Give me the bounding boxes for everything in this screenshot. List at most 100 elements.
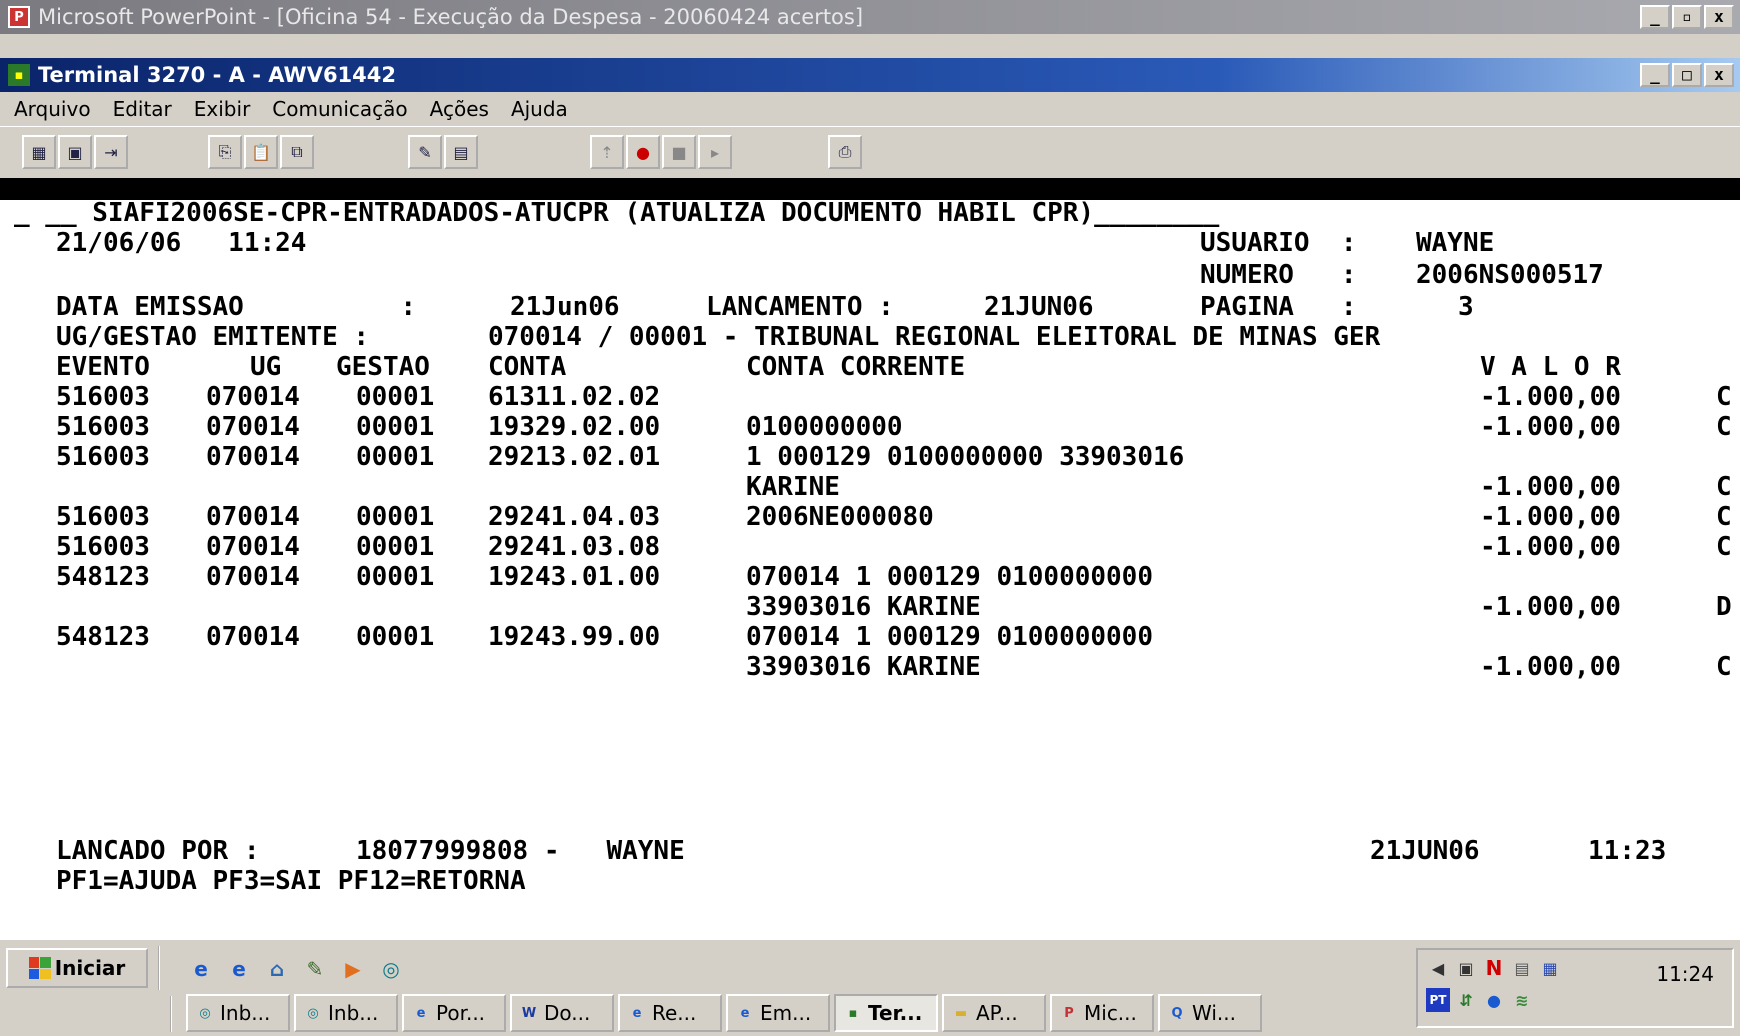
row-evento: 548123 (56, 622, 150, 652)
ie-icon: e (632, 1005, 642, 1021)
ug-emitente-value: 070014 / 00001 - TRIBUNAL REGIONAL ELEIT… (488, 322, 1381, 352)
sync-icon[interactable]: ≋ (1510, 988, 1534, 1012)
task-button[interactable]: ◎ Inb... (294, 994, 398, 1032)
volume-icon[interactable]: ◀ (1426, 956, 1450, 980)
row-ug: 070014 (206, 532, 300, 562)
col-ug: UG (250, 352, 282, 382)
ie-icon[interactable]: e (224, 954, 254, 984)
menu-arquivo[interactable]: Arquivo (14, 97, 91, 121)
lancamento-value: 21JUN06 (984, 292, 1094, 322)
outlook-icon[interactable]: ◎ (376, 954, 406, 984)
monitor-icon[interactable]: ▦ (1538, 956, 1562, 980)
task-label: Do... (544, 1001, 591, 1025)
row-evento: 548123 (56, 562, 150, 592)
terminal-icon: ▪ (8, 64, 30, 86)
row-conta-corrente: 070014 1 000129 0100000000 (746, 622, 1153, 652)
disconnect-icon[interactable]: ⇥ (94, 135, 128, 169)
terminal-close-button[interactable]: x (1704, 63, 1734, 87)
row-dc: C (1716, 532, 1732, 562)
numero-value: 2006NS000517 (1416, 260, 1604, 290)
row-valor: -1.000,00 (1480, 532, 1621, 562)
minimize-button[interactable]: _ (1640, 5, 1670, 29)
task-label: Wi... (1192, 1001, 1236, 1025)
row-evento: 516003 (56, 412, 150, 442)
task-button-terminal-active[interactable]: ▪ Ter... (834, 994, 938, 1032)
row-conta: 29213.02.01 (488, 442, 661, 472)
powerpoint-icon: P (8, 6, 30, 28)
paste-icon[interactable]: 📋 (244, 135, 278, 169)
start-button[interactable]: Iniciar (6, 948, 148, 988)
connect-icon[interactable]: ▦ (22, 135, 56, 169)
macro-record-icon[interactable]: ● (626, 135, 660, 169)
task-button[interactable]: ◎ Inb... (186, 994, 290, 1032)
terminal-screen[interactable]: _ __ SIAFI2006SE-CPR-ENTRADADOS-ATUCPR (… (0, 198, 1740, 938)
terminal-minimize-button[interactable]: _ (1640, 63, 1670, 87)
lancado-por-label: LANCADO POR : (56, 836, 260, 866)
ie-icon: e (416, 1005, 426, 1021)
row-conta: 19243.99.00 (488, 622, 661, 652)
menu-editar[interactable]: Editar (113, 97, 172, 121)
task-button[interactable]: e Em... (726, 994, 830, 1032)
send-file-icon[interactable]: ⇡ (590, 135, 624, 169)
folder-icon: ▬ (954, 1005, 968, 1021)
media-player-icon[interactable]: ▶ (338, 954, 368, 984)
sound-manager-icon[interactable]: ● (1482, 988, 1506, 1012)
row-dc: C (1716, 652, 1732, 682)
terminal-maximize-button[interactable]: □ (1672, 63, 1702, 87)
show-desktop-icon[interactable]: ⌂ (262, 954, 292, 984)
task-label: Mic... (1084, 1001, 1137, 1025)
macro-stop-icon[interactable]: ■ (662, 135, 696, 169)
task-label: Ter... (868, 1001, 923, 1025)
close-button[interactable]: x (1704, 5, 1734, 29)
menu-acoes[interactable]: Ações (430, 97, 489, 121)
task-button[interactable]: e Por... (402, 994, 506, 1032)
row-conta-corrente-cont: 33903016 KARINE (746, 652, 981, 682)
antivirus-icon[interactable]: N (1482, 956, 1506, 980)
pagina-label: PAGINA : (1200, 292, 1357, 322)
row-conta-corrente: 2006NE000080 (746, 502, 934, 532)
network-icon[interactable]: ▣ (1454, 956, 1478, 980)
task-button[interactable]: Q Wi... (1158, 994, 1262, 1032)
macro-play-icon[interactable]: ▸ (698, 135, 732, 169)
terminal-top-band (0, 178, 1740, 200)
outlook-icon: ◎ (307, 1005, 319, 1021)
task-button[interactable]: e Re... (618, 994, 722, 1032)
printer-icon[interactable]: ▤ (1510, 956, 1534, 980)
taskbar-divider (170, 996, 175, 1032)
row-valor: -1.000,00 (1480, 502, 1621, 532)
powerpoint-title-bar[interactable]: P Microsoft PowerPoint - [Oficina 54 - E… (0, 0, 1740, 34)
toolbar: ▦ ▣ ⇥ ⎘ 📋 ⧉ ✎ ▤ ⇡ ● ■ ▸ ⎙ (0, 126, 1740, 178)
row-gestao: 00001 (356, 442, 435, 472)
row-conta-corrente: 0100000000 (746, 412, 903, 442)
task-button[interactable]: W Do... (510, 994, 614, 1032)
ie-icon[interactable]: e (186, 954, 216, 984)
row-dc: C (1716, 412, 1732, 442)
col-valor: V A L O R (1480, 352, 1621, 382)
copy-icon[interactable]: ⎘ (208, 135, 242, 169)
session-icon[interactable]: ▣ (58, 135, 92, 169)
print-icon[interactable]: ⎙ (828, 135, 862, 169)
usb-icon[interactable]: ⇵ (1454, 988, 1478, 1012)
system-tray: ◀ ▣ N ▤ ▦ PT ⇵ ● ≋ 11:24 (1416, 948, 1734, 1028)
menu-comunicacao[interactable]: Comunicação (272, 97, 407, 121)
menu-ajuda[interactable]: Ajuda (511, 97, 568, 121)
notepad-icon[interactable]: ✎ (300, 954, 330, 984)
restore-button[interactable]: ▫ (1672, 5, 1702, 29)
row-conta: 29241.04.03 (488, 502, 661, 532)
terminal-title-bar[interactable]: ▪ Terminal 3270 - A - AWV61442 _ □ x (0, 58, 1740, 92)
task-button[interactable]: P Mic... (1050, 994, 1154, 1032)
menu-bar: Arquivo Editar Exibir Comunicação Ações … (0, 92, 1740, 126)
menu-exibir[interactable]: Exibir (194, 97, 251, 121)
keyboard-map-icon[interactable]: ✎ (408, 135, 442, 169)
taskbar-divider (158, 946, 163, 990)
row-ug: 070014 (206, 382, 300, 412)
col-gestao: GESTAO (336, 352, 430, 382)
powerpoint-window-title: Microsoft PowerPoint - [Oficina 54 - Exe… (38, 5, 864, 29)
numero-label: NUMERO : (1200, 260, 1357, 290)
clock[interactable]: 11:24 (1656, 962, 1714, 986)
task-button[interactable]: ▬ AP... (942, 994, 1046, 1032)
terminal-icon: ▪ (848, 1005, 858, 1021)
paste-special-icon[interactable]: ⧉ (280, 135, 314, 169)
language-icon[interactable]: PT (1426, 988, 1450, 1012)
keypad-icon[interactable]: ▤ (444, 135, 478, 169)
